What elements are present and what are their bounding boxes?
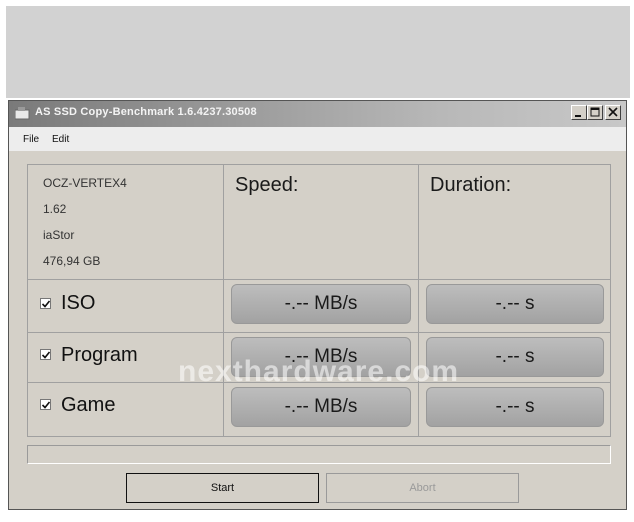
game-speed-result: -.-- MB/s — [231, 387, 411, 427]
row-iso-duration-cell: -.-- s — [419, 280, 610, 333]
duration-header-cell: Duration: — [419, 165, 610, 280]
menu-bar: File Edit — [9, 127, 626, 151]
duration-header: Duration: — [430, 174, 512, 196]
menu-edit[interactable]: Edit — [52, 134, 69, 145]
speed-header: Speed: — [235, 174, 299, 196]
program-speed-result: -.-- MB/s — [231, 337, 411, 377]
app-icon — [14, 107, 31, 120]
drive-info-panel: OCZ-VERTEX4 1.62 iaStor 476,94 GB — [28, 165, 224, 280]
checkmark-icon — [41, 300, 51, 308]
program-label: Program — [61, 344, 138, 366]
minimize-button[interactable] — [571, 105, 587, 120]
drive-capacity: 476,94 GB — [43, 254, 101, 268]
speed-header-cell: Speed: — [224, 165, 419, 280]
background-panel — [6, 6, 630, 98]
start-button[interactable]: Start — [126, 473, 319, 503]
results-grid: OCZ-VERTEX4 1.62 iaStor 476,94 GB Speed:… — [27, 164, 611, 437]
drive-model: OCZ-VERTEX4 — [43, 176, 127, 190]
program-checkbox[interactable] — [40, 349, 51, 360]
title-bar[interactable]: AS SSD Copy-Benchmark 1.6.4237.30508 — [9, 101, 626, 127]
row-program-duration-cell: -.-- s — [419, 333, 610, 383]
minimize-icon — [575, 115, 581, 117]
close-button[interactable] — [605, 105, 621, 120]
row-program-label-cell: Program — [28, 333, 224, 383]
checkmark-icon — [41, 401, 51, 409]
game-checkbox[interactable] — [40, 399, 51, 410]
progress-bar — [27, 445, 611, 464]
row-iso-speed-cell: -.-- MB/s — [224, 280, 419, 333]
row-game-label-cell: Game — [28, 383, 224, 436]
app-window: AS SSD Copy-Benchmark 1.6.4237.30508 Fil… — [8, 100, 627, 510]
row-game-duration-cell: -.-- s — [419, 383, 610, 436]
client-area: OCZ-VERTEX4 1.62 iaStor 476,94 GB Speed:… — [9, 151, 626, 509]
close-icon — [608, 107, 618, 117]
checkmark-icon — [41, 351, 51, 359]
game-label: Game — [61, 394, 116, 416]
drive-firmware: 1.62 — [43, 202, 67, 216]
menu-file[interactable]: File — [23, 134, 39, 145]
program-duration-result: -.-- s — [426, 337, 604, 377]
iso-checkbox[interactable] — [40, 298, 51, 309]
maximize-button[interactable] — [587, 105, 603, 120]
iso-speed-result: -.-- MB/s — [231, 284, 411, 324]
drive-driver: iaStor — [43, 228, 75, 242]
row-program-speed-cell: -.-- MB/s — [224, 333, 419, 383]
iso-label: ISO — [61, 292, 96, 314]
row-game-speed-cell: -.-- MB/s — [224, 383, 419, 436]
maximize-icon — [590, 107, 600, 117]
abort-button[interactable]: Abort — [326, 473, 519, 503]
game-duration-result: -.-- s — [426, 387, 604, 427]
iso-duration-result: -.-- s — [426, 284, 604, 324]
row-iso-label-cell: ISO — [28, 280, 224, 333]
window-title: AS SSD Copy-Benchmark 1.6.4237.30508 — [35, 106, 257, 118]
